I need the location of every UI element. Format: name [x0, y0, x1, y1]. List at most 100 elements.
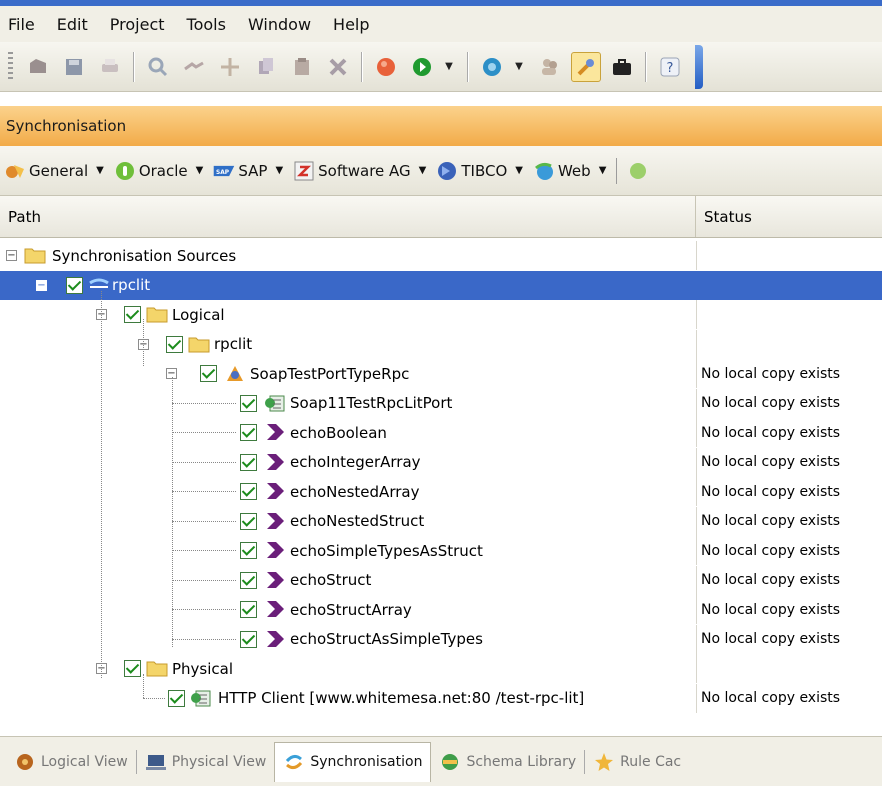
include-checkbox[interactable]: [240, 630, 257, 648]
find-icon[interactable]: [143, 52, 173, 82]
delete-icon[interactable]: [323, 52, 353, 82]
include-checkbox[interactable]: [124, 660, 141, 677]
tree-node-port[interactable]: Soap11TestRpcLitPort No local copy exists: [0, 388, 882, 418]
tree-node-label: echoStruct: [290, 571, 372, 589]
include-checkbox[interactable]: [240, 453, 257, 471]
briefcase-icon[interactable]: [607, 52, 637, 82]
tree-node-operation[interactable]: echoNestedStruct No local copy exists: [0, 506, 882, 536]
tree-connector-line: [172, 609, 236, 610]
tree-connector-line: [172, 550, 236, 551]
menu-tools[interactable]: Tools: [187, 15, 226, 34]
tab-rule-cache[interactable]: Rule Cac: [585, 743, 689, 781]
paste-icon[interactable]: [287, 52, 317, 82]
run-dropdown-icon[interactable]: ▼: [443, 52, 455, 82]
include-checkbox[interactable]: [200, 365, 217, 382]
column-header-path[interactable]: Path: [0, 196, 696, 237]
tree-node-label: echoIntegerArray: [290, 453, 421, 471]
menu-window[interactable]: Window: [248, 15, 311, 34]
tab-synchronisation-label: Synchronisation: [310, 754, 423, 770]
users-icon[interactable]: [535, 52, 565, 82]
toolbar-grip[interactable]: [8, 51, 13, 82]
copy-icon[interactable]: [251, 52, 281, 82]
tibco-button[interactable]: TIBCO ▼: [436, 160, 523, 182]
software-ag-button[interactable]: Software AG ▼: [293, 160, 426, 182]
tab-synchronisation[interactable]: Synchronisation: [274, 741, 432, 782]
tree-node-rpclit[interactable]: − rpclit: [0, 270, 882, 300]
folder-icon: [146, 304, 168, 324]
oracle-button[interactable]: Oracle ▼: [114, 160, 203, 182]
settings-wrench-icon[interactable]: [571, 51, 601, 82]
tree-node-rpclit-folder[interactable]: − rpclit: [0, 329, 882, 359]
query-icon[interactable]: [477, 52, 507, 82]
include-checkbox[interactable]: [166, 335, 183, 353]
collapse-icon[interactable]: −: [6, 250, 17, 261]
oracle-label: Oracle: [138, 161, 188, 180]
tree-node-operation[interactable]: echoSimpleTypesAsStruct No local copy exi…: [0, 536, 882, 565]
include-checkbox[interactable]: [124, 306, 141, 323]
include-checkbox[interactable]: [240, 571, 257, 589]
run-icon[interactable]: [407, 52, 437, 82]
menu-edit[interactable]: Edit: [57, 15, 88, 34]
save-icon[interactable]: [59, 52, 89, 82]
menu-project[interactable]: Project: [110, 15, 165, 34]
include-checkbox[interactable]: [168, 689, 185, 707]
include-checkbox[interactable]: [240, 424, 257, 441]
tree-node-operation[interactable]: echoIntegerArray No local copy exists: [0, 447, 882, 477]
tree-connector-line: [172, 377, 173, 647]
include-checkbox[interactable]: [240, 483, 257, 500]
toolbar-separator: [361, 51, 363, 82]
link-icon[interactable]: [179, 52, 209, 82]
status-cell: [696, 654, 882, 683]
tree-node-label: echoBoolean: [290, 423, 387, 442]
web-button[interactable]: Web ▼: [533, 160, 606, 182]
tree-node-label: echoSimpleTypesAsStruct: [290, 541, 483, 560]
stop-icon[interactable]: [371, 52, 401, 82]
include-checkbox[interactable]: [66, 276, 83, 294]
tree-node-operation[interactable]: echoStructAsSimpleTypes No local copy exi…: [0, 624, 882, 654]
tree-node-physical[interactable]: − Physical: [0, 654, 882, 683]
general-button[interactable]: General ▼: [4, 160, 104, 182]
column-header-status[interactable]: Status: [696, 196, 882, 237]
tree-connector-line: [143, 319, 144, 366]
include-checkbox[interactable]: [240, 542, 257, 559]
operation-icon: [264, 570, 286, 590]
move-icon[interactable]: [215, 52, 245, 82]
tab-logical-view[interactable]: Logical View: [6, 743, 136, 781]
include-checkbox[interactable]: [240, 601, 257, 618]
sync-tree: − Synchronisation Sources − rpclit − Logical −…: [0, 241, 882, 733]
tab-schema-library[interactable]: Schema Library: [431, 743, 584, 781]
tree-node-http-client[interactable]: HTTP Client [www.whitemesa.net:80 /test-…: [0, 683, 882, 713]
sap-icon: SAP: [214, 165, 235, 176]
help-icon[interactable]: ?: [655, 52, 685, 82]
tree-node-label: Logical: [172, 305, 225, 324]
status-cell: [696, 300, 882, 329]
more-icon[interactable]: [627, 160, 649, 182]
tree-node-operation[interactable]: echoNestedArray No local copy exists: [0, 477, 882, 506]
toolbar-separator: [467, 51, 469, 82]
tree-node-operation[interactable]: echoBoolean No local copy exists: [0, 418, 882, 447]
tree-node-logical[interactable]: − Logical: [0, 300, 882, 329]
tree-node-port-type[interactable]: − SoapTestPortTypeRpc No local copy exists: [0, 359, 882, 388]
tree-connector-line: [143, 697, 165, 699]
folder-icon: [146, 658, 168, 678]
software-ag-dropdown-icon: ▼: [418, 165, 427, 176]
menu-bar: File Edit Project Tools Window Help: [0, 0, 882, 42]
tree-node-sync-sources[interactable]: − Synchronisation Sources: [0, 241, 882, 270]
tree-node-label: SoapTestPortTypeRpc: [250, 364, 410, 383]
menu-help[interactable]: Help: [333, 15, 369, 34]
tree-node-operation[interactable]: echoStructArray No local copy exists: [0, 595, 882, 624]
menu-file[interactable]: File: [8, 15, 35, 34]
print-icon[interactable]: [95, 52, 125, 82]
tree-connector-line: [143, 674, 144, 698]
status-cell: [696, 329, 882, 359]
tree-node-operation[interactable]: echoStruct No local copy exists: [0, 565, 882, 595]
include-checkbox[interactable]: [240, 512, 257, 530]
collapse-icon[interactable]: −: [36, 279, 47, 291]
query-dropdown-icon[interactable]: ▼: [513, 52, 525, 82]
panel-title: Synchronisation: [0, 106, 882, 146]
tree-connector-line: [172, 432, 236, 433]
sap-button[interactable]: SAP SAP ▼: [213, 160, 283, 182]
include-checkbox[interactable]: [240, 394, 257, 412]
open-project-icon[interactable]: [23, 52, 53, 82]
tab-physical-view[interactable]: Physical View: [137, 743, 275, 781]
